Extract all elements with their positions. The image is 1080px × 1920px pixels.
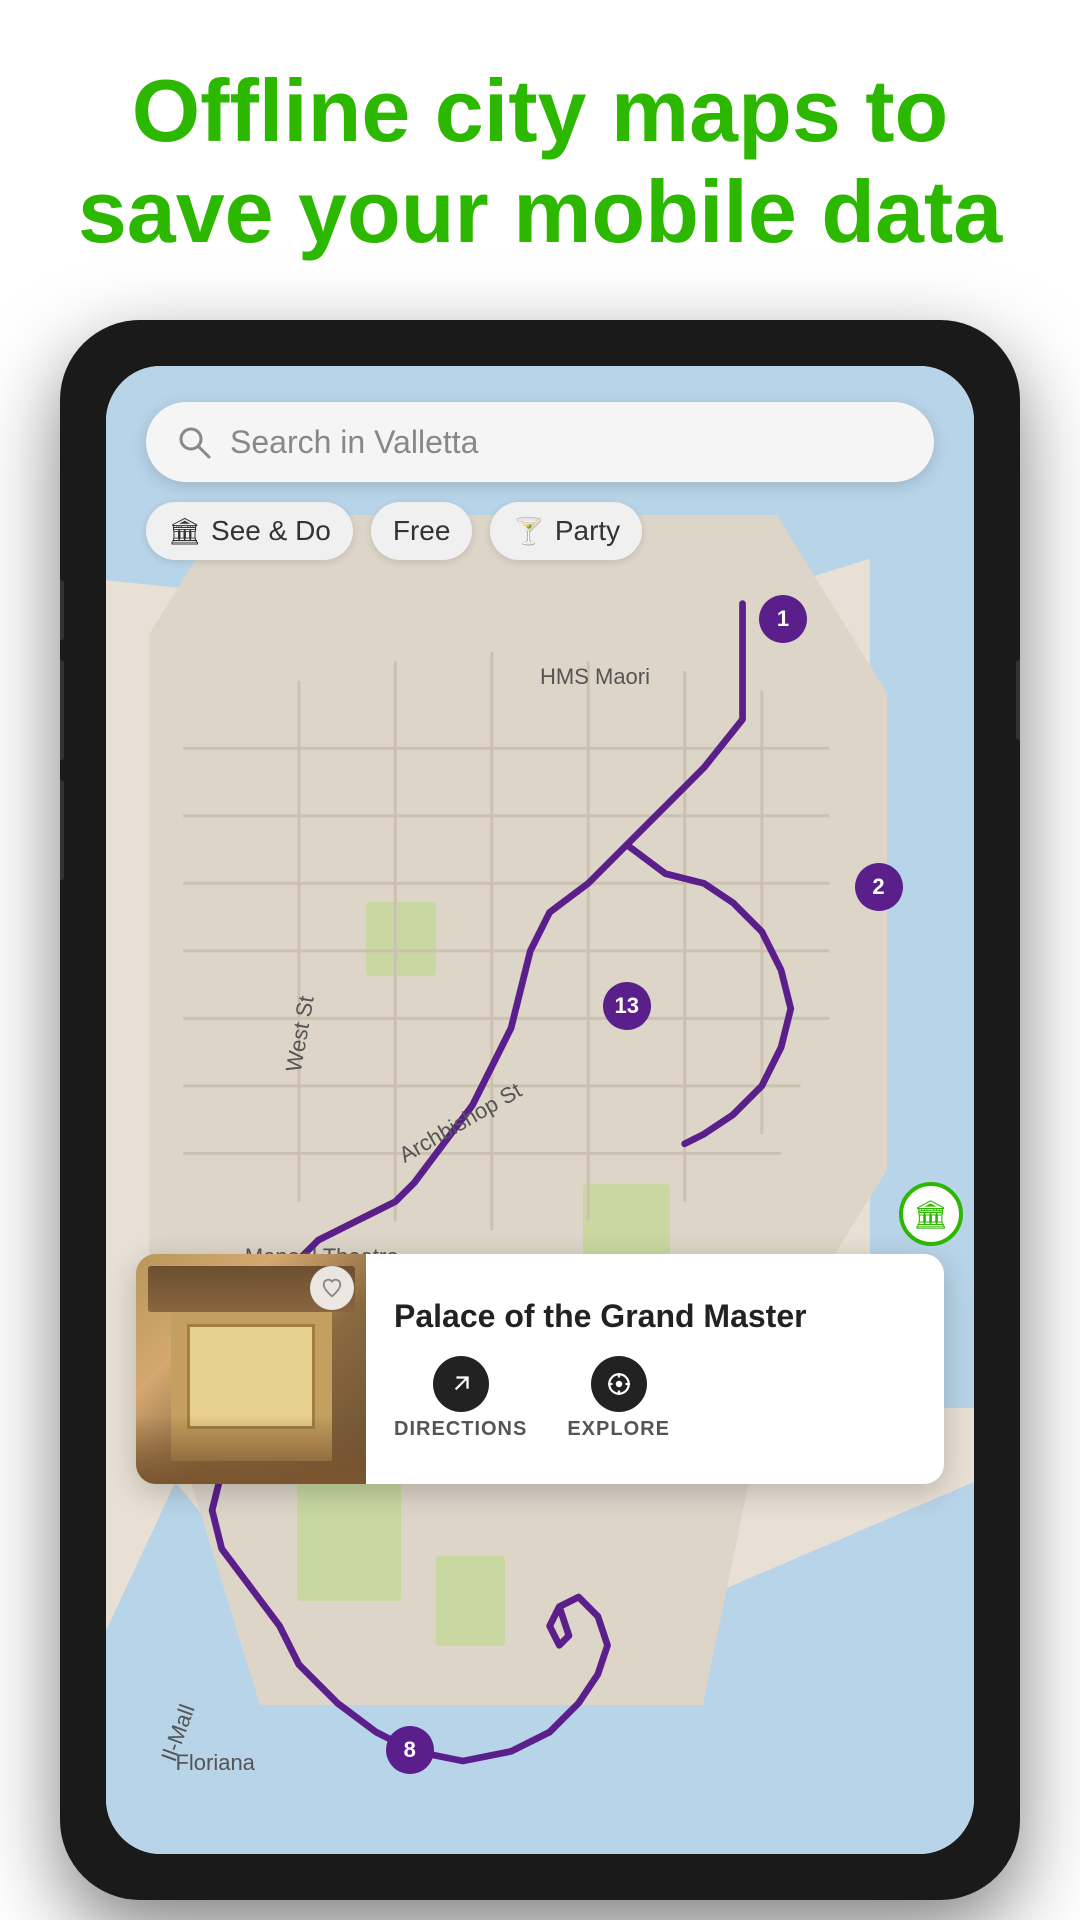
phone-inner: HMS Maori West St Archbishop St Manoel T… (78, 338, 1002, 1882)
info-card: Palace of the Grand Master DIRECTIONS (136, 1254, 944, 1484)
phone-screen: HMS Maori West St Archbishop St Manoel T… (106, 366, 974, 1854)
power-button (1016, 660, 1020, 740)
directions-icon (433, 1356, 489, 1412)
directions-action[interactable]: DIRECTIONS (394, 1356, 527, 1441)
label-hms-maori: HMS Maori (540, 664, 650, 690)
card-content: Palace of the Grand Master DIRECTIONS (366, 1277, 944, 1460)
volume-down-button (60, 780, 64, 880)
route-marker-13: 13 (603, 982, 651, 1030)
explore-icon (591, 1356, 647, 1412)
street-grid (106, 366, 974, 1854)
phone-frame: HMS Maori West St Archbishop St Manoel T… (60, 320, 1020, 1900)
filter-chips: 🏛 See & Do Free 🍸 Party (146, 502, 642, 560)
explore-label: EXPLORE (567, 1418, 670, 1441)
see-do-icon: 🏛 (168, 516, 201, 547)
app-header: Offline city maps to save your mobile da… (0, 0, 1080, 302)
silent-button (60, 580, 64, 640)
volume-up-button (60, 660, 64, 760)
route-marker-8: 8 (386, 1726, 434, 1774)
party-icon: 🍸 (512, 516, 544, 547)
search-placeholder-text: Search in Valletta (230, 424, 478, 461)
route-marker-2: 2 (855, 863, 903, 911)
header-title: Offline city maps to save your mobile da… (60, 60, 1020, 262)
card-actions: DIRECTIONS (394, 1356, 916, 1441)
directions-label: DIRECTIONS (394, 1418, 527, 1441)
museum-marker: 🏛 (899, 1182, 963, 1246)
route-marker-1: 1 (759, 595, 807, 643)
search-bar[interactable]: Search in Valletta (146, 402, 934, 482)
chip-see-do[interactable]: 🏛 See & Do (146, 502, 353, 560)
chip-party[interactable]: 🍸 Party (490, 502, 642, 560)
map-area: HMS Maori West St Archbishop St Manoel T… (106, 366, 974, 1854)
search-icon (176, 424, 212, 460)
explore-action[interactable]: EXPLORE (567, 1356, 670, 1441)
card-image (136, 1254, 366, 1484)
favorite-button[interactable] (310, 1266, 354, 1310)
image-shadow (136, 1415, 366, 1484)
chip-free[interactable]: Free (371, 502, 473, 560)
card-title: Palace of the Grand Master (394, 1297, 916, 1335)
label-floriana: Floriana (175, 1750, 254, 1776)
